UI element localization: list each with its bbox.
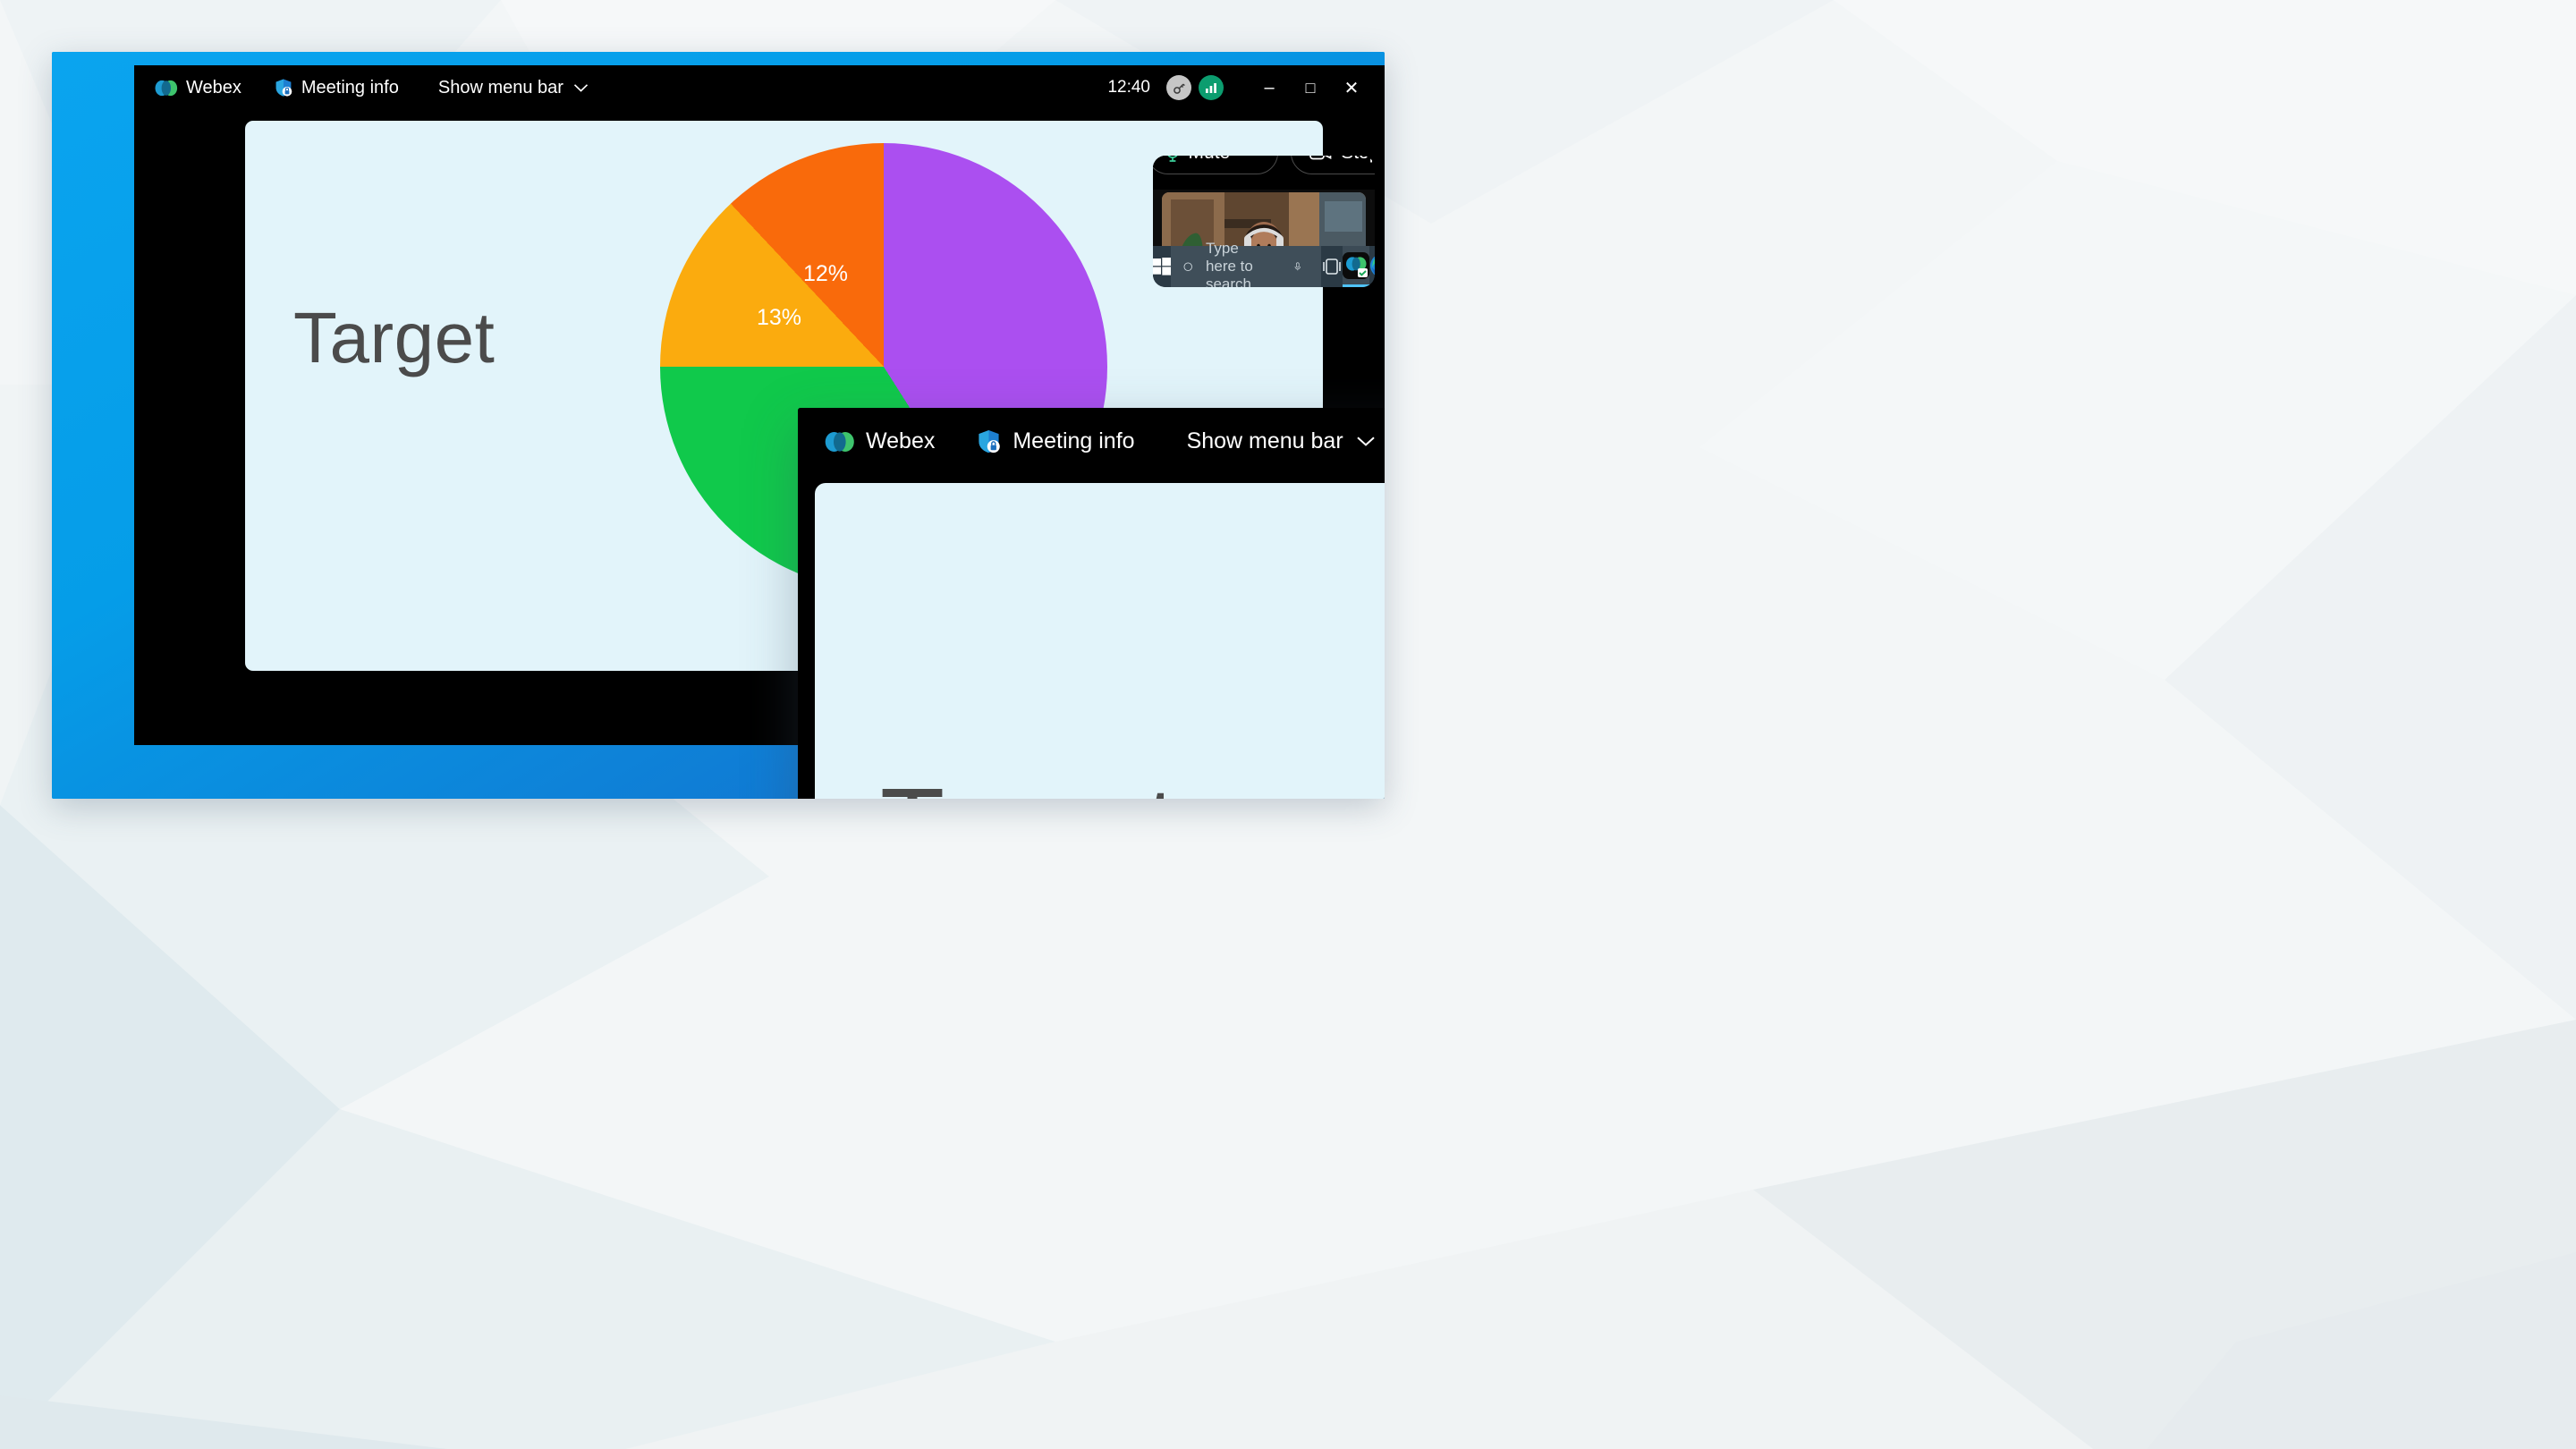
front-shared-slide: Target 12% 13% 34% 41%	[815, 483, 1385, 799]
meeting-info-shield-icon[interactable]	[274, 78, 293, 97]
chevron-down-icon[interactable]	[573, 83, 589, 93]
back-clock: 12:40	[1107, 78, 1150, 97]
windows-logo-icon	[1153, 258, 1171, 275]
edge-browser-icon	[1370, 256, 1375, 275]
taskbar-task-view-button[interactable]	[1321, 246, 1343, 287]
webex-taskbar-icon	[1343, 251, 1370, 279]
self-view-layout-toggle[interactable]: CC Mute	[1153, 156, 1375, 278]
back-webex-app: Webex Meeting info Show menu bar 12:40 –…	[134, 65, 1385, 799]
back-show-menu-bar-label[interactable]: Show menu bar	[438, 78, 564, 98]
windows-taskbar: Type here to search	[1153, 240, 1375, 287]
front-slide-title: Target	[880, 765, 1176, 799]
back-meeting-toolbar: CC Mute	[1153, 156, 1375, 190]
chevron-down-icon[interactable]	[1356, 436, 1376, 447]
meeting-info-shield-icon[interactable]	[976, 428, 1002, 454]
search-icon	[1183, 262, 1192, 271]
taskbar-search-box[interactable]: Type here to search	[1171, 240, 1322, 287]
shield-lock-svg	[275, 79, 292, 97]
back-pie-label-13: 13%	[757, 305, 802, 330]
front-meeting-info-label[interactable]: Meeting info	[1013, 428, 1134, 454]
webex-logo-icon	[155, 80, 178, 97]
windows-start-button[interactable]	[1153, 246, 1171, 287]
shield-lock-svg	[979, 429, 1001, 453]
webex-logo-icon	[825, 431, 855, 453]
front-show-menu-bar-label[interactable]: Show menu bar	[1187, 428, 1343, 454]
key-svg	[1173, 83, 1185, 94]
task-view-icon	[1323, 258, 1341, 275]
front-app-name: Webex	[866, 428, 936, 453]
webex-logo-svg	[825, 431, 854, 452]
back-webex-window[interactable]: Webex Meeting info Show menu bar 12:40 –…	[52, 52, 1385, 799]
back-stop-video-label: Stop video	[1341, 156, 1375, 164]
back-meeting-info-label[interactable]: Meeting info	[301, 78, 399, 98]
taskbar-edge-app-button[interactable]	[1369, 246, 1375, 287]
taskbar-webex-app-button[interactable]	[1343, 246, 1370, 287]
back-app-name: Webex	[186, 77, 242, 97]
connection-key-badge-icon[interactable]	[1166, 75, 1191, 100]
back-maximize-button[interactable]: □	[1290, 70, 1331, 106]
cortana-microphone-icon[interactable]	[1294, 257, 1301, 276]
back-slide-title: Target	[293, 298, 496, 377]
chevron-down-svg	[1356, 436, 1375, 446]
taskbar-search-placeholder: Type here to search	[1205, 240, 1253, 287]
back-self-view[interactable]: CC Mute	[1153, 156, 1375, 287]
chevron-down-svg	[573, 83, 589, 92]
self-view-controls-bar: CC Mute	[1153, 156, 1375, 278]
back-titlebar: Webex Meeting info Show menu bar 12:40 –…	[134, 65, 1385, 110]
network-quality-badge-icon[interactable]	[1199, 75, 1224, 100]
back-pie-label-12: 12%	[803, 261, 849, 286]
webex-logo-svg	[155, 80, 178, 96]
front-webex-window[interactable]: Webex Meeting info Show menu bar 12:40	[798, 408, 1385, 799]
back-stop-video-button[interactable]: Stop video	[1291, 156, 1375, 174]
signal-bars-svg	[1206, 83, 1216, 93]
back-minimize-button[interactable]: –	[1249, 70, 1290, 106]
back-close-button[interactable]: ✕	[1331, 70, 1372, 106]
front-titlebar: Webex Meeting info Show menu bar 12:40	[798, 408, 1385, 475]
